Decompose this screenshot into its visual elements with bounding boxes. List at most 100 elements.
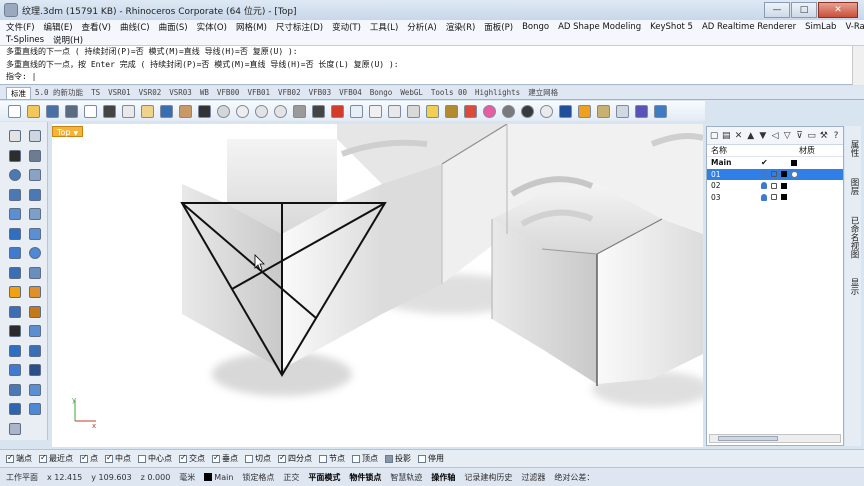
material-button[interactable]: [462, 103, 479, 119]
menu-item[interactable]: Bongo: [522, 22, 549, 32]
paste-button[interactable]: [139, 103, 156, 119]
color-wheel-button[interactable]: [481, 103, 498, 119]
ellipse-tool[interactable]: [6, 187, 24, 203]
rotate-view-button[interactable]: [291, 103, 308, 119]
layer-row-main[interactable]: Main ✔: [707, 157, 843, 169]
osnap-checkbox[interactable]: [385, 454, 393, 463]
column-name[interactable]: 名称: [711, 145, 799, 156]
rectangle-tool[interactable]: [26, 187, 44, 203]
osnap-checkbox[interactable]: [138, 454, 146, 463]
snap-button[interactable]: [386, 103, 403, 119]
text-tool[interactable]: [6, 343, 24, 359]
lock-button[interactable]: [443, 103, 460, 119]
toolbar-tab[interactable]: Bongo: [366, 87, 397, 99]
menu-item[interactable]: 文件(F): [6, 21, 35, 33]
menu-item[interactable]: 网格(M): [236, 21, 267, 33]
copy-button[interactable]: [120, 103, 137, 119]
cplane-label[interactable]: 工作平面: [6, 472, 38, 483]
osnap-checkbox[interactable]: [418, 454, 426, 463]
maximize-button[interactable]: □: [791, 2, 817, 18]
python-button[interactable]: [652, 103, 669, 119]
osnap-checkbox[interactable]: [105, 453, 113, 463]
osnap-option[interactable]: 顶点: [352, 453, 378, 464]
menu-item[interactable]: AD Shape Modeling: [558, 22, 641, 32]
extrude-tool[interactable]: [6, 323, 24, 339]
select-button[interactable]: [576, 103, 593, 119]
osnap-checkbox[interactable]: [245, 454, 253, 463]
menu-item[interactable]: T-Splines: [6, 35, 44, 45]
bulb-icon[interactable]: [761, 170, 767, 178]
curve-tool[interactable]: [26, 148, 44, 164]
import-button[interactable]: [82, 103, 99, 119]
toolbar-tab[interactable]: TS: [87, 87, 104, 99]
menu-item[interactable]: KeyShot 5: [650, 22, 693, 32]
toolbar-tab[interactable]: VFB00: [213, 87, 244, 99]
array-tool[interactable]: [6, 362, 24, 378]
four-view-button[interactable]: [310, 103, 327, 119]
tools-icon[interactable]: ⚒: [819, 130, 829, 142]
env-sphere-button[interactable]: [538, 103, 555, 119]
current-layer[interactable]: Main: [204, 473, 233, 482]
dimension-tool[interactable]: [26, 343, 44, 359]
tab-properties[interactable]: 属性: [846, 140, 860, 157]
move-down-icon[interactable]: ▼: [758, 130, 768, 142]
chart-tool[interactable]: [26, 401, 44, 417]
help-icon[interactable]: ?: [831, 130, 841, 142]
osnap-option[interactable]: 节点: [319, 453, 345, 464]
menu-item[interactable]: 变动(T): [332, 21, 361, 33]
osnap-checkbox[interactable]: [212, 453, 220, 463]
toolbar-tab[interactable]: VFB03: [305, 87, 336, 99]
patch-tool[interactable]: [26, 226, 44, 242]
toolbar-tab[interactable]: VFB02: [274, 87, 305, 99]
menu-item[interactable]: V-Ray: [845, 22, 864, 32]
layer-row-01[interactable]: 01: [707, 168, 843, 180]
toolbar-tab[interactable]: VSR02: [135, 87, 166, 99]
toolbar-tab[interactable]: VSR01: [104, 87, 135, 99]
viewport-canvas[interactable]: y x: [52, 123, 712, 447]
new-file-button[interactable]: [6, 103, 23, 119]
osnap-option[interactable]: 中心点: [138, 453, 172, 464]
zoom-selected-button[interactable]: [272, 103, 289, 119]
pan-hand-button[interactable]: [177, 103, 194, 119]
toolbar-tab[interactable]: 标准: [6, 87, 31, 99]
group-tool[interactable]: [6, 382, 24, 398]
fillet-curve-tool[interactable]: [26, 206, 44, 222]
circle-tool[interactable]: [6, 167, 24, 183]
menu-item[interactable]: 工具(L): [370, 21, 398, 33]
transform-tool[interactable]: [26, 362, 44, 378]
toolbar-tab[interactable]: WB: [196, 87, 213, 99]
menu-item[interactable]: SimLab: [805, 22, 836, 32]
new-layer-icon[interactable]: ▢: [709, 130, 719, 142]
boolean-tool[interactable]: [6, 284, 24, 300]
mesh-tool[interactable]: [26, 265, 44, 281]
osnap-option[interactable]: 停用: [418, 453, 444, 464]
layer-color-swatch[interactable]: [781, 171, 787, 178]
menu-item[interactable]: 分析(A): [407, 21, 436, 33]
rhino-app-icon[interactable]: [4, 3, 18, 17]
close-button[interactable]: ✕: [818, 2, 858, 18]
command-prompt[interactable]: 指令: |: [6, 71, 852, 84]
settings-gear-button[interactable]: [595, 103, 612, 119]
car-button[interactable]: [329, 103, 346, 119]
menu-item[interactable]: 说明(H): [53, 34, 83, 46]
undo-button[interactable]: [158, 103, 175, 119]
menu-item[interactable]: 曲面(S): [159, 21, 188, 33]
osnap-checkbox[interactable]: [319, 454, 327, 463]
new-sublayer-icon[interactable]: ▤: [721, 130, 731, 142]
box-tool[interactable]: [6, 245, 24, 261]
save-button[interactable]: [44, 103, 61, 119]
named-view-button[interactable]: [348, 103, 365, 119]
osnap-option[interactable]: 点: [80, 453, 98, 464]
osnap-checkbox[interactable]: [278, 453, 286, 463]
zoom-button[interactable]: [215, 103, 232, 119]
cylinder-tool[interactable]: [6, 265, 24, 281]
light-button[interactable]: [424, 103, 441, 119]
lock-icon[interactable]: [771, 171, 777, 178]
menu-item[interactable]: 面板(P): [484, 21, 513, 33]
cplane-button[interactable]: [367, 103, 384, 119]
status-toggle[interactable]: 绝对公差：: [554, 473, 594, 482]
cut-button[interactable]: [101, 103, 118, 119]
filter-icon[interactable]: ⊽: [794, 130, 804, 142]
layer-row-02[interactable]: 02: [707, 180, 843, 192]
layers-hscrollbar[interactable]: [709, 434, 841, 443]
